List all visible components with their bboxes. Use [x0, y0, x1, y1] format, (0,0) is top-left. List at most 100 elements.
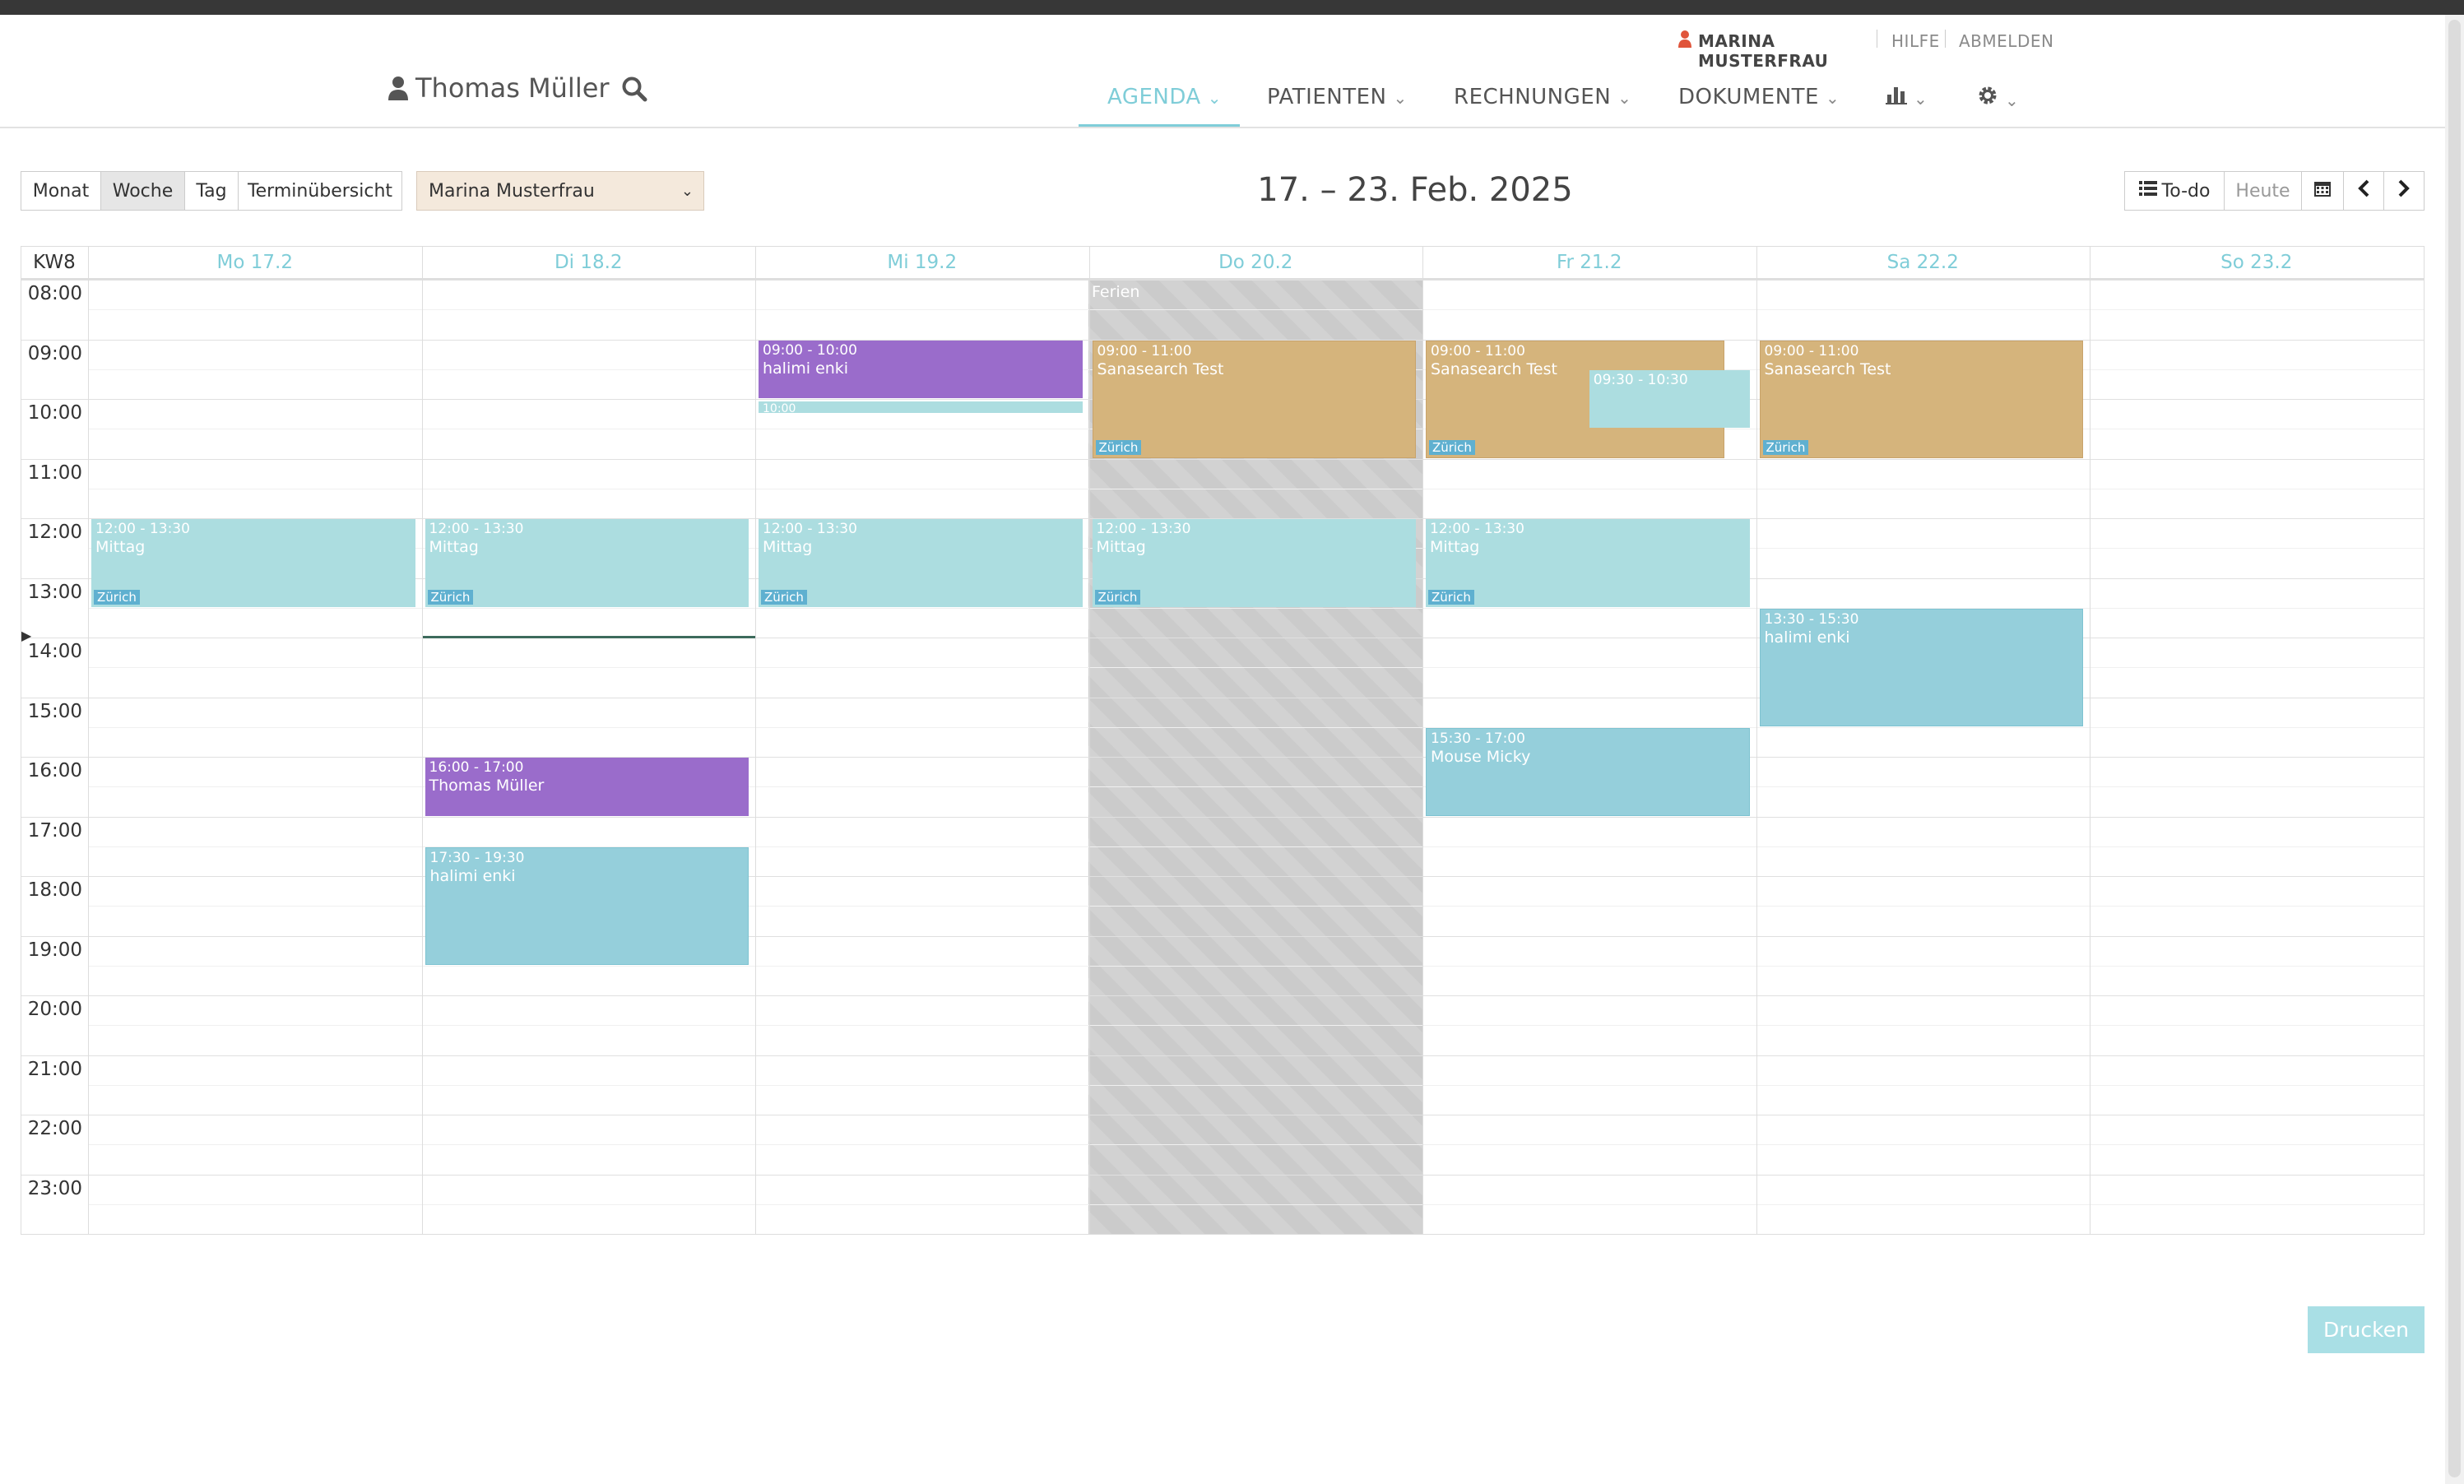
hour-label: 15:00	[27, 700, 82, 722]
calendar-event[interactable]: 09:00 - 11:00 Sanasearch Test Zürich	[1759, 340, 2083, 458]
event-time: 15:30 - 17:00	[1431, 730, 1525, 747]
half-hour-gridline	[88, 1084, 2424, 1086]
chevron-down-icon: ⌄	[2005, 90, 2020, 110]
view-day-button[interactable]: Tag	[184, 171, 239, 211]
next-week-button[interactable]	[2383, 171, 2425, 211]
hour-gridline	[21, 757, 2424, 758]
view-overview-button[interactable]: Terminübersicht	[238, 171, 402, 211]
day-column-divider	[1422, 247, 1423, 1234]
hour-gridline	[21, 1055, 2424, 1056]
event-title: Sanasearch Test	[1097, 359, 1224, 378]
hour-label: 16:00	[27, 760, 82, 781]
date-range-title: 17. – 23. Feb. 2025	[1257, 171, 1573, 209]
calendar-event[interactable]: 12:00 - 13:30 Mittag Zürich	[1092, 519, 1416, 607]
previous-week-button[interactable]	[2343, 171, 2384, 211]
help-link[interactable]: HILFE	[1891, 31, 1940, 51]
hour-label: 09:00	[27, 342, 82, 364]
hour-gridline	[21, 816, 2424, 818]
calendar-event[interactable]: 10:00	[759, 401, 1083, 413]
event-location-badge: Zürich	[1095, 439, 1142, 455]
calendar-event[interactable]: 16:00 - 17:00 Thomas Müller	[425, 758, 749, 816]
half-hour-gridline	[88, 1025, 2424, 1027]
hour-label: 12:00	[27, 522, 82, 543]
todo-label: To-do	[2161, 180, 2211, 202]
calendar-event[interactable]: 12:00 - 13:30 Mittag Zürich	[425, 519, 749, 607]
event-time: 17:30 - 19:30	[429, 849, 525, 866]
print-button[interactable]: Drucken	[2308, 1306, 2425, 1353]
calendar-event[interactable]: 09:30 - 10:30	[1589, 369, 1750, 429]
nav-invoices-label: RECHNUNGEN	[1454, 85, 1612, 109]
chevron-down-icon: ⌄	[1914, 89, 1928, 109]
hour-label: 14:00	[27, 641, 82, 662]
event-title: Thomas Müller	[429, 777, 545, 795]
day-header[interactable]: Do 20.2	[1089, 247, 1423, 278]
event-title: Sanasearch Test	[1764, 359, 1891, 378]
day-header[interactable]: Sa 22.2	[1756, 247, 2090, 278]
event-time: 12:00 - 13:30	[95, 521, 190, 537]
agenda-owner-select[interactable]: Marina Musterfrau ⌄	[416, 171, 704, 211]
hour-gridline	[21, 458, 2424, 460]
nav-invoices[interactable]: RECHNUNGEN ⌄	[1454, 85, 1631, 109]
calendar-event[interactable]: 13:30 - 15:30 halimi enki	[1759, 608, 2083, 726]
scrollbar-thumb[interactable]	[2448, 20, 2461, 1477]
event-location-badge: Zürich	[761, 589, 807, 605]
event-time: 12:00 - 13:30	[1096, 521, 1191, 537]
nav-settings[interactable]: ⌄	[1977, 85, 2019, 112]
event-time: 12:00 - 13:30	[429, 521, 524, 537]
logout-link[interactable]: ABMELDEN	[1959, 31, 2053, 51]
nav-patients[interactable]: PATIENTEN ⌄	[1267, 85, 1408, 109]
day-header[interactable]: Mi 19.2	[755, 247, 1089, 278]
chevron-down-icon: ⌄	[1207, 88, 1222, 108]
day-header[interactable]: Di 18.2	[422, 247, 756, 278]
event-title: Mittag	[429, 538, 479, 556]
hour-label: 08:00	[27, 283, 82, 304]
event-location-badge: Zürich	[427, 589, 474, 605]
event-time: 12:00 - 13:30	[763, 521, 857, 537]
view-week-button[interactable]: Woche	[100, 171, 185, 211]
chevron-down-icon: ⌄	[1617, 88, 1632, 108]
chevron-right-icon	[2398, 179, 2410, 202]
calendar-event[interactable]: 09:00 - 11:00 Sanasearch Test Zürich	[1092, 340, 1416, 458]
calendar-event[interactable]: 09:00 - 10:00 halimi enki	[759, 340, 1083, 398]
bar-chart-icon	[1886, 86, 1907, 110]
half-hour-gridline	[88, 1203, 2424, 1205]
event-time: 12:00 - 13:30	[1430, 521, 1524, 537]
day-header[interactable]: So 23.2	[2090, 247, 2424, 278]
nav-documents-label: DOKUMENTE	[1678, 85, 1819, 109]
calendar-event[interactable]: 15:30 - 17:00 Mouse Micky	[1426, 727, 1750, 816]
calendar-picker-button[interactable]	[2301, 171, 2344, 211]
day-column-divider	[88, 247, 89, 1234]
search-icon[interactable]	[621, 76, 647, 105]
today-button[interactable]: Heute	[2224, 171, 2302, 211]
week-number: KW8	[33, 252, 76, 273]
hour-gridline	[21, 995, 2424, 996]
event-title: Mouse Micky	[1431, 747, 1531, 766]
half-hour-gridline	[88, 309, 2424, 311]
calendar-event[interactable]: 12:00 - 13:30 Mittag Zürich	[91, 519, 415, 607]
selected-patient-name[interactable]: Thomas Müller	[415, 72, 610, 104]
half-hour-gridline	[88, 1144, 2424, 1146]
hour-gridline	[21, 1174, 2424, 1176]
nav-documents[interactable]: DOKUMENTE ⌄	[1678, 85, 1840, 109]
hour-label: 21:00	[27, 1058, 82, 1080]
nav-agenda[interactable]: AGENDA ⌄	[1107, 85, 1222, 109]
calendar-event[interactable]: 12:00 - 13:30 Mittag Zürich	[1426, 519, 1750, 607]
nav-statistics[interactable]: ⌄	[1886, 85, 1928, 110]
day-header[interactable]: Mo 17.2	[88, 247, 422, 278]
half-hour-gridline	[88, 965, 2424, 967]
event-location-badge: Zürich	[94, 589, 140, 605]
day-column-divider	[1088, 247, 1090, 1234]
calendar-event[interactable]: 17:30 - 19:30 halimi enki	[425, 846, 749, 965]
hour-label: 23:00	[27, 1177, 82, 1199]
top-bar	[0, 0, 2464, 15]
day-header[interactable]: Fr 21.2	[1422, 247, 1756, 278]
divider	[1945, 30, 1946, 48]
header-divider	[0, 127, 2445, 128]
chevron-down-icon: ⌄	[1826, 88, 1840, 108]
calendar-event[interactable]: 12:00 - 13:30 Mittag Zürich	[759, 519, 1083, 607]
view-month-button[interactable]: Monat	[21, 171, 101, 211]
current-user-link[interactable]: MARINA MUSTERFRAU	[1698, 31, 1828, 71]
gear-icon	[1977, 86, 1998, 112]
todo-button[interactable]: To-do	[2124, 171, 2225, 211]
event-title: Mittag	[1096, 538, 1146, 556]
